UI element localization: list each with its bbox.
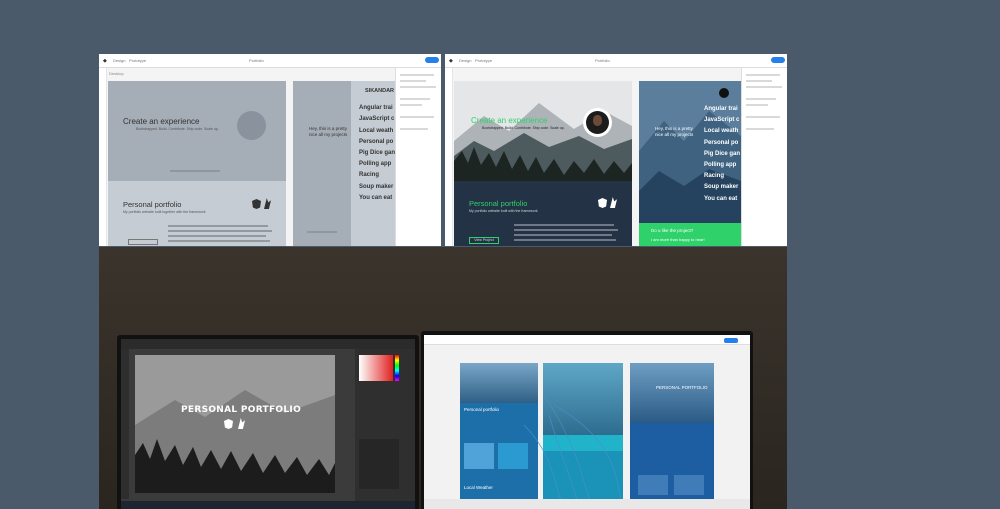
cta-banner: Do u like the project? I am more than ha… — [639, 223, 741, 246]
design-tab[interactable]: Design — [459, 58, 471, 63]
photoshop-screen: PERSONAL PORTFOLIO — [121, 339, 415, 509]
hue-slider[interactable] — [395, 355, 399, 381]
paragraph-line — [514, 229, 618, 231]
menu-item[interactable]: Angular trai — [704, 104, 740, 115]
xd-screen: Personal portfolio Local Weather PERSONA… — [424, 335, 750, 509]
prototype-wires — [523, 394, 625, 509]
menu-item[interactable]: You can eat — [359, 193, 399, 204]
menu-item[interactable]: Personal po — [359, 137, 399, 148]
section-title: Personal portfolio — [123, 200, 182, 209]
mockup-screenshot: ◆ Design Prototype Portfolio Create an e… — [445, 54, 787, 246]
angular-icon — [598, 198, 607, 208]
menu-item[interactable]: JavaScript c — [704, 115, 740, 126]
hero-title: Create an experience — [471, 116, 548, 125]
photoshop-title: PERSONAL PORTFOLIO — [181, 405, 302, 415]
photoshop-panels — [355, 349, 415, 501]
paragraph-line — [168, 225, 268, 227]
wireframe-artboard-left: Create an experience Bootstrapped. Build… — [108, 81, 286, 246]
photoshop-canvas — [135, 355, 335, 493]
menu-item[interactable]: Local weath — [359, 126, 399, 137]
document-title: Portfolio — [249, 58, 264, 63]
firebase-icon — [610, 197, 617, 208]
tagline: Hey, this is a pretty nice all my projec… — [309, 126, 348, 137]
paragraph-line — [168, 235, 266, 237]
hero-subtitle: Bootstrapped. Build. Contribute. Ship co… — [136, 127, 219, 131]
menu-item[interactable]: Soup maker — [359, 182, 399, 193]
paragraph-line — [514, 224, 614, 226]
layers-panel — [359, 439, 399, 489]
hero-subtitle: Bootstrapped. Build. Contribute. Ship co… — [482, 126, 565, 130]
property-inspector — [395, 68, 441, 246]
color-picker[interactable] — [359, 355, 393, 381]
section-title: Personal portfolio — [469, 199, 528, 208]
menu-list: Angular trai JavaScript c Local weath Pe… — [704, 104, 740, 205]
small-avatar — [719, 88, 729, 98]
cta-title: Do u like the project? — [651, 228, 694, 233]
share-button[interactable] — [425, 57, 439, 63]
menu-item[interactable]: Personal po — [704, 138, 740, 149]
left-monitor: PERSONAL PORTFOLIO — [117, 335, 419, 509]
photoshop-toolbar — [121, 349, 129, 499]
paragraph-line — [514, 234, 612, 236]
app-icon[interactable]: ◆ — [103, 58, 107, 64]
firebase-icon — [264, 198, 271, 209]
artboard-label: Desktop — [109, 71, 124, 76]
avatar-placeholder — [237, 111, 266, 140]
xd-toolbar: ◆ Design Prototype Portfolio — [99, 54, 441, 68]
angular-icon — [252, 199, 261, 209]
desk-photo: PERSONAL PORTFOLIO Personal portfolio Lo… — [99, 247, 787, 509]
windows-taskbar — [121, 501, 415, 509]
menu-item[interactable]: Soup maker — [704, 182, 740, 193]
menu-item[interactable]: You can eat — [704, 194, 740, 205]
document-title: Portfolio — [595, 58, 610, 63]
xd-toolbar: ◆ Design Prototype Portfolio — [445, 54, 787, 68]
wireframe-screenshot: ◆ Design Prototype Portfolio Desktop Cre… — [99, 54, 441, 246]
property-inspector — [741, 68, 787, 246]
prototype-tab[interactable]: Prototype — [129, 58, 146, 63]
paragraph-line — [168, 240, 270, 242]
tools-panel — [445, 68, 453, 246]
view-project-button-outline[interactable] — [128, 239, 158, 245]
section-subtitle: My portfolio website built with the fram… — [469, 209, 538, 213]
menu-header: SIKANDAR F — [365, 88, 399, 94]
photoshop-menubar — [121, 339, 415, 349]
tools-panel — [99, 68, 107, 246]
menu-item[interactable]: Racing — [359, 170, 399, 181]
share-button[interactable] — [771, 57, 785, 63]
menu-item[interactable]: Polling app — [704, 160, 740, 171]
design-tab[interactable]: Design — [113, 58, 125, 63]
menu-item[interactable]: Angular trai — [359, 103, 399, 114]
nav-links — [170, 170, 220, 172]
side-image-block — [293, 81, 351, 246]
menu-item[interactable]: Polling app — [359, 159, 399, 170]
section-subtitle: My portfolio website built together with… — [123, 210, 206, 214]
angular-icon — [224, 419, 233, 429]
paragraph-line — [168, 230, 272, 232]
prototype-tab[interactable]: Prototype — [475, 58, 492, 63]
view-project-button[interactable]: View Project — [469, 237, 499, 244]
menu-item[interactable]: Local weath — [704, 126, 740, 137]
tagline: Hey, this is a pretty nice all my projec… — [655, 126, 694, 137]
app-icon[interactable]: ◆ — [449, 58, 453, 64]
right-monitor: Personal portfolio Local Weather PERSONA… — [421, 331, 753, 509]
paragraph-line — [514, 239, 616, 241]
footer-line — [307, 231, 337, 233]
mockup-artboard-left: Create an experience Bootstrapped. Build… — [454, 81, 632, 246]
menu-list: SIKANDAR F Angular trai JavaScript c Loc… — [359, 86, 399, 204]
menu-item[interactable]: Racing — [704, 171, 740, 182]
hero-title: Create an experience — [123, 117, 200, 126]
avatar — [583, 108, 612, 137]
menu-item[interactable]: Pig Dice gan — [359, 148, 399, 159]
cta-subtitle: I am more than happy to hear! — [651, 237, 705, 242]
windows-taskbar — [424, 499, 750, 509]
menu-item[interactable]: JavaScript c — [359, 114, 399, 125]
menu-item[interactable]: Pig Dice gan — [704, 149, 740, 160]
